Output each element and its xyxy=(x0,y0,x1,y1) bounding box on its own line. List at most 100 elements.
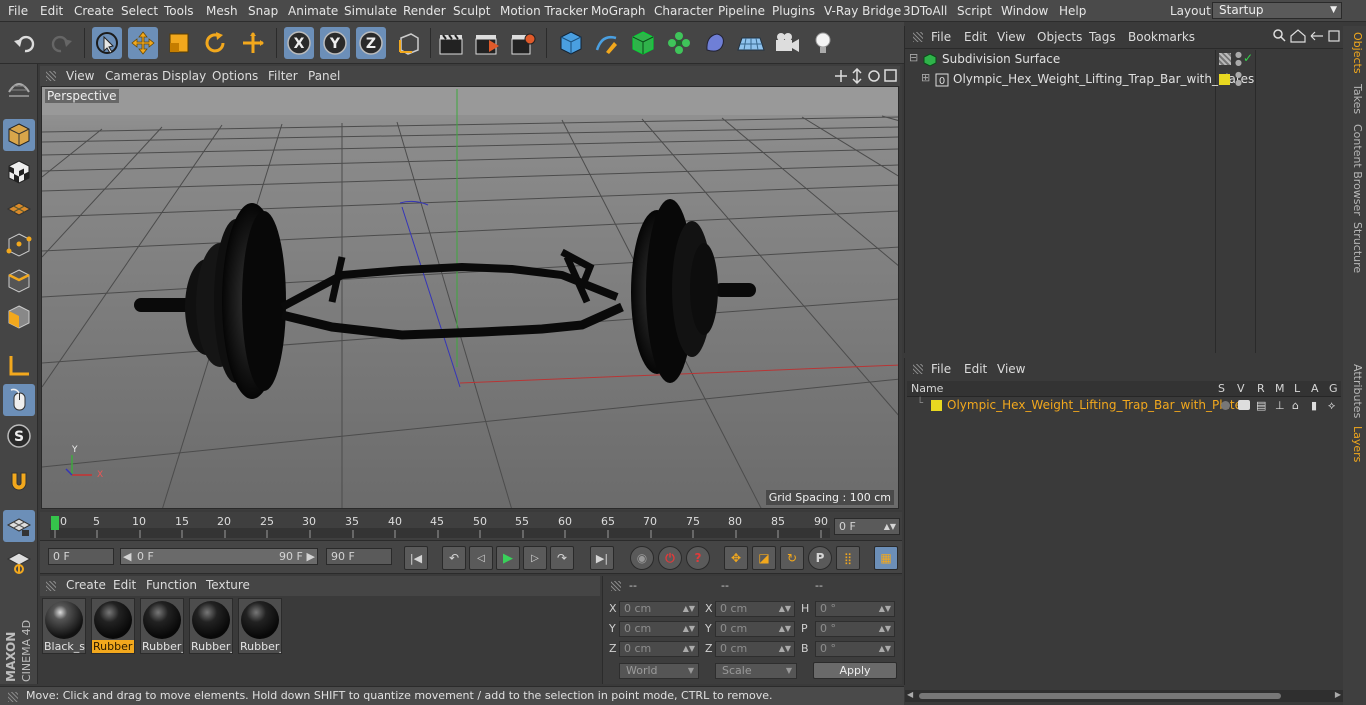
material-swatch[interactable]: Rubber_ xyxy=(189,598,233,654)
grip-icon[interactable] xyxy=(611,581,621,591)
column-solo[interactable]: S xyxy=(1218,382,1225,395)
rotation-p-field[interactable]: 0 ° ▲▼ xyxy=(815,621,895,637)
object-manager-nav-icons[interactable] xyxy=(1273,29,1341,43)
object-menu-file[interactable]: File xyxy=(931,30,951,44)
menu-tools[interactable]: Tools xyxy=(164,4,194,18)
timeline-playhead[interactable] xyxy=(51,516,59,530)
go-to-previous-key-button[interactable]: ↶ xyxy=(442,546,466,570)
material-menu-texture[interactable]: Texture xyxy=(206,578,250,592)
object-menu-tags[interactable]: Tags xyxy=(1089,30,1116,44)
column-locked[interactable]: L xyxy=(1294,382,1300,395)
tab-structure[interactable]: Structure xyxy=(1346,222,1364,273)
render-clapper-icon[interactable]: ▤ xyxy=(1256,399,1266,412)
texture-mode-button[interactable] xyxy=(3,156,35,188)
key-pla-button[interactable]: ⣿ xyxy=(836,546,860,570)
viewport-navigation-icons[interactable] xyxy=(834,68,900,84)
add-subdivision-surface-button[interactable] xyxy=(628,27,658,59)
x-axis-lock-button[interactable]: X xyxy=(284,27,314,59)
polygon-mode-button[interactable] xyxy=(3,301,35,333)
menu-mesh[interactable]: Mesh xyxy=(206,4,238,18)
column-animation[interactable]: A xyxy=(1311,382,1319,395)
viewport-menu-panel[interactable]: Panel xyxy=(308,69,340,83)
planar-workplane-button[interactable] xyxy=(3,546,35,578)
menu-snap[interactable]: Snap xyxy=(248,4,278,18)
material-menu-create[interactable]: Create xyxy=(66,578,106,592)
scrollbar-thumb[interactable] xyxy=(919,693,1281,699)
size-y-field[interactable]: 0 cm ▲▼ xyxy=(715,621,795,637)
edge-mode-button[interactable] xyxy=(3,265,35,297)
redo-button[interactable] xyxy=(46,27,76,59)
add-cube-button[interactable] xyxy=(556,27,586,59)
menu-3dtoall[interactable]: 3DToAll xyxy=(903,4,947,18)
menu-mograph[interactable]: MoGraph xyxy=(591,4,646,18)
grip-icon[interactable] xyxy=(8,692,18,702)
menu-pipeline[interactable]: Pipeline xyxy=(718,4,765,18)
go-to-previous-frame-button[interactable]: ◁ xyxy=(469,546,493,570)
menu-edit[interactable]: Edit xyxy=(40,4,63,18)
viewport-menu-view[interactable]: View xyxy=(66,69,94,83)
menu-plugins[interactable]: Plugins xyxy=(772,4,815,18)
grip-icon[interactable] xyxy=(913,364,923,374)
layer-row[interactable]: └ Olympic_Hex_Weight_Lifting_Trap_Bar_wi… xyxy=(905,398,1343,414)
rotation-h-field[interactable]: 0 ° ▲▼ xyxy=(815,601,895,617)
timeline-window-button[interactable]: ▦ xyxy=(874,546,898,570)
play-forward-button[interactable]: ▶ xyxy=(496,546,520,570)
rotate-tool-button[interactable] xyxy=(200,27,230,59)
menu-help[interactable]: Help xyxy=(1059,4,1086,18)
grip-icon[interactable] xyxy=(913,32,923,42)
go-to-next-key-button[interactable]: ↷ xyxy=(550,546,574,570)
solo-mode-button[interactable]: S xyxy=(3,420,35,452)
add-light-button[interactable] xyxy=(808,27,838,59)
layer-color-tag[interactable] xyxy=(1219,74,1230,85)
add-deformer-button[interactable] xyxy=(700,27,730,59)
render-settings-button[interactable] xyxy=(508,27,538,59)
menu-file[interactable]: File xyxy=(8,4,28,18)
layer-menu-file[interactable]: File xyxy=(931,362,951,376)
axis-mode-button[interactable] xyxy=(3,350,35,382)
make-editable-button[interactable] xyxy=(3,72,35,104)
snap-button[interactable] xyxy=(3,466,35,498)
generator-icon[interactable]: ⟡ xyxy=(1328,399,1335,413)
menu-vray-bridge[interactable]: V-Ray Bridge xyxy=(824,4,901,18)
object-row[interactable]: ⊟ Subdivision Surface ● ● ✓ xyxy=(905,51,1343,69)
object-menu-edit[interactable]: Edit xyxy=(964,30,987,44)
tab-layers[interactable]: Layers xyxy=(1346,426,1364,462)
add-camera-button[interactable] xyxy=(772,27,802,59)
preview-end-field[interactable]: 90 F xyxy=(326,548,392,565)
model-mode-button[interactable] xyxy=(3,119,35,151)
layer-color-swatch[interactable] xyxy=(931,400,942,411)
menu-window[interactable]: Window xyxy=(1001,4,1048,18)
keyframe-selection-button[interactable]: ? xyxy=(686,546,710,570)
add-spline-pen-button[interactable] xyxy=(592,27,622,59)
go-to-start-button[interactable]: |◀ xyxy=(404,546,428,570)
coordinate-mode-select[interactable]: World ▼ xyxy=(619,663,699,679)
material-swatch[interactable]: Black_st xyxy=(42,598,86,654)
add-cloner-button[interactable] xyxy=(664,27,694,59)
go-to-next-frame-button[interactable]: ▷ xyxy=(523,546,547,570)
position-z-field[interactable]: 0 cm ▲▼ xyxy=(619,641,699,657)
visibility-dots-icon[interactable]: ● ● xyxy=(1235,51,1242,67)
material-menu-edit[interactable]: Edit xyxy=(113,578,136,592)
tab-content-browser[interactable]: Content Browser xyxy=(1346,124,1364,216)
menu-simulate[interactable]: Simulate xyxy=(344,4,397,18)
material-menu-function[interactable]: Function xyxy=(146,578,197,592)
y-axis-lock-button[interactable]: Y xyxy=(320,27,350,59)
menu-sculpt[interactable]: Sculpt xyxy=(453,4,490,18)
menu-animate[interactable]: Animate xyxy=(288,4,338,18)
eye-visible-icon[interactable] xyxy=(1238,400,1250,410)
tree-expand-icon[interactable]: ⊞ xyxy=(921,71,930,84)
object-menu-view[interactable]: View xyxy=(997,30,1025,44)
object-menu-objects[interactable]: Objects xyxy=(1037,30,1082,44)
material-swatch[interactable]: Rubber_ xyxy=(140,598,184,654)
size-z-field[interactable]: 0 cm ▲▼ xyxy=(715,641,795,657)
tree-collapse-icon[interactable]: ⊟ xyxy=(909,51,918,64)
coordinate-system-button[interactable] xyxy=(394,27,424,59)
workplane-mode-button[interactable] xyxy=(3,192,35,224)
z-axis-lock-button[interactable]: Z xyxy=(356,27,386,59)
object-menu-bookmarks[interactable]: Bookmarks xyxy=(1128,30,1195,44)
size-mode-select[interactable]: Scale ▼ xyxy=(715,663,797,679)
size-x-field[interactable]: 0 cm ▲▼ xyxy=(715,601,795,617)
scale-tool-button[interactable] xyxy=(164,27,194,59)
preview-range-slider[interactable]: ◀ 0 F 90 F ▶ xyxy=(120,548,318,565)
add-floor-button[interactable] xyxy=(736,27,766,59)
